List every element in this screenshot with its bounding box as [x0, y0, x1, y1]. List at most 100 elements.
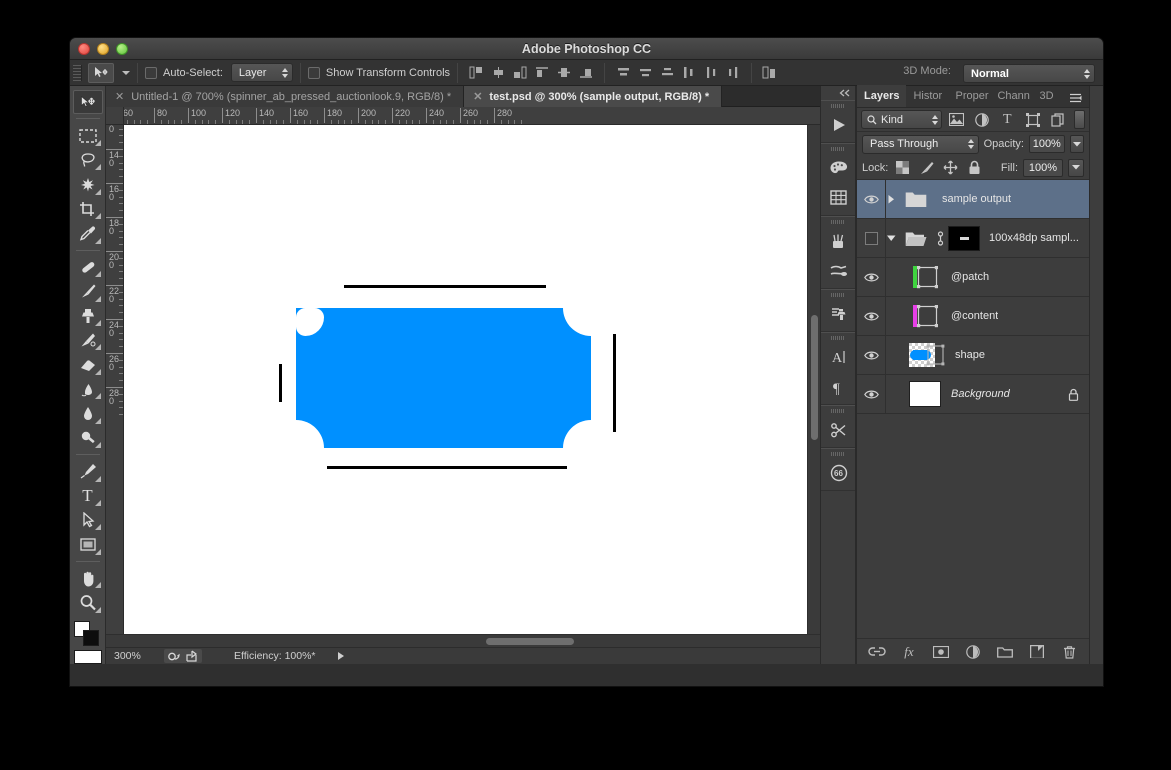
layer-blend-mode-select[interactable]: Pass Through [862, 134, 979, 154]
layer-row[interactable]: shape [857, 336, 1089, 375]
dock-handle[interactable] [821, 101, 855, 110]
history-brush-tool[interactable] [73, 328, 103, 352]
layer-visibility-toggle-off[interactable] [857, 219, 885, 258]
layer-visibility-toggle[interactable] [857, 375, 885, 414]
opacity-dropdown-button[interactable] [1069, 135, 1084, 153]
layers-list[interactable]: sample output 100x48dp sampl... @patch @con… [857, 180, 1089, 638]
layer-name[interactable]: @content [951, 310, 998, 322]
layer-mask-icon[interactable] [932, 643, 950, 661]
close-icon[interactable]: ✕ [115, 90, 124, 103]
auto-select-scope-select[interactable]: Layer [230, 63, 293, 82]
tab-channels[interactable]: Chann [990, 85, 1032, 107]
play-icon[interactable] [821, 110, 857, 140]
eraser-tool[interactable] [73, 352, 103, 376]
spot-healing-brush-tool[interactable] [73, 255, 103, 279]
align-top-edges-button[interactable] [531, 63, 553, 83]
delete-layer-icon[interactable] [1060, 643, 1078, 661]
minimize-window-button[interactable] [97, 43, 109, 55]
group-twisty-expanded-icon[interactable] [885, 235, 898, 242]
layer-visibility-toggle[interactable] [857, 258, 885, 297]
status-bar-chevron-right-icon[interactable] [337, 652, 344, 660]
vertical-scrollbar-thumb[interactable] [811, 315, 818, 440]
canvas-scroll-area[interactable] [124, 125, 820, 634]
ruler-corner[interactable] [106, 107, 124, 125]
dock-handle[interactable] [821, 290, 855, 299]
dodge-tool[interactable] [73, 426, 103, 450]
hand-tool[interactable] [73, 566, 103, 590]
zoom-level[interactable]: 300% [114, 650, 156, 662]
actions-icon[interactable] [821, 415, 857, 445]
adjustment-layer-icon[interactable] [964, 643, 982, 661]
move-tool-icon[interactable] [88, 62, 114, 83]
blend-mode-select[interactable]: Normal [963, 64, 1095, 83]
document-canvas[interactable] [124, 125, 812, 634]
eyedropper-tool[interactable] [73, 221, 103, 245]
tool-presets-icon[interactable] [821, 256, 857, 286]
vertical-ruler[interactable]: 1​2​0 1​4​0 1​6​0 1​8​0 2​0​0 2​2​0 2​4​0 2​6​0… [106, 125, 124, 634]
new-group-icon[interactable] [996, 643, 1014, 661]
move-tool[interactable] [72, 90, 103, 115]
tab-untitled-1[interactable]: ✕ Untitled-1 @ 700% (spinner_ab_pressed_… [106, 86, 465, 107]
fill-input[interactable]: 100% [1023, 158, 1063, 177]
tab-layers[interactable]: Layers [857, 85, 907, 107]
lock-all-icon[interactable] [965, 159, 984, 177]
adjustment-layer-filter-icon[interactable] [972, 110, 993, 130]
dock-handle[interactable] [821, 333, 855, 342]
vertical-scrollbar[interactable] [807, 125, 820, 634]
close-window-button[interactable] [78, 43, 90, 55]
dock-handle[interactable] [821, 217, 855, 226]
layer-name[interactable]: @patch [951, 271, 989, 283]
layer-name[interactable]: 100x48dp sampl... [989, 232, 1079, 244]
smart-object-filter-icon[interactable] [1047, 110, 1068, 130]
clone-source-icon[interactable] [821, 299, 857, 329]
align-vertical-centers-button[interactable] [553, 63, 575, 83]
tab-3d[interactable]: 3D [1032, 85, 1060, 107]
paragraph-icon[interactable]: ¶ [821, 372, 857, 402]
show-transform-controls-checkbox[interactable] [307, 66, 320, 79]
window-controls[interactable] [78, 43, 128, 55]
white-thumbnail[interactable] [907, 377, 943, 411]
filter-enable-toggle[interactable] [1074, 110, 1085, 129]
tab-properties[interactable]: Proper [948, 85, 990, 107]
status-bar-icons[interactable] [164, 649, 202, 663]
folder-closed-icon[interactable] [898, 182, 934, 216]
green-shape-thumbnail[interactable] [907, 260, 943, 294]
layer-visibility-toggle[interactable] [857, 297, 885, 336]
pixel-layer-filter-icon[interactable] [946, 110, 967, 130]
layer-link-icon[interactable] [934, 230, 947, 246]
swatches-grid-icon[interactable] [821, 183, 857, 213]
character-icon[interactable]: A [821, 342, 857, 372]
brush-presets-icon[interactable] [821, 226, 857, 256]
layer-row[interactable]: sample output [857, 180, 1089, 219]
layer-row[interactable]: @content [857, 297, 1089, 336]
crop-tool[interactable] [73, 197, 103, 221]
lock-position-icon[interactable] [941, 159, 960, 177]
link-layers-icon[interactable] [868, 643, 886, 661]
new-layer-icon[interactable] [1028, 643, 1046, 661]
zoom-tool[interactable] [73, 590, 103, 614]
align-horizontal-centers-button[interactable] [487, 63, 509, 83]
tab-history[interactable]: Histor [906, 85, 948, 107]
distribute-vertical-centers-button[interactable] [634, 63, 656, 83]
collapse-panels-icon[interactable] [821, 86, 855, 100]
align-left-edges-button[interactable] [465, 63, 487, 83]
layer-name[interactable]: Background [951, 388, 1010, 400]
magic-wand-tool[interactable] [73, 172, 103, 196]
lock-image-pixels-icon[interactable] [917, 159, 936, 177]
blue-shape-thumbnail[interactable] [907, 338, 947, 372]
dock-handle[interactable] [821, 406, 855, 415]
clone-stamp-tool[interactable] [73, 304, 103, 328]
pen-tool[interactable] [73, 459, 103, 483]
type-layer-filter-icon[interactable]: T [997, 110, 1018, 130]
black-mask-thumbnail[interactable] [947, 225, 981, 251]
auto-select-checkbox[interactable] [145, 66, 157, 79]
type-tool[interactable]: T [73, 484, 103, 508]
quick-mask-swatch[interactable] [73, 650, 102, 664]
foreground-background-color-swatches[interactable] [73, 620, 102, 646]
zoom-window-button[interactable] [116, 43, 128, 55]
dock-handle[interactable] [821, 144, 855, 153]
opacity-input[interactable]: 100% [1028, 135, 1065, 153]
brush-tool[interactable] [73, 279, 103, 303]
tool-preset-chevron-down-icon[interactable] [122, 70, 130, 75]
layer-name[interactable]: shape [955, 349, 985, 361]
